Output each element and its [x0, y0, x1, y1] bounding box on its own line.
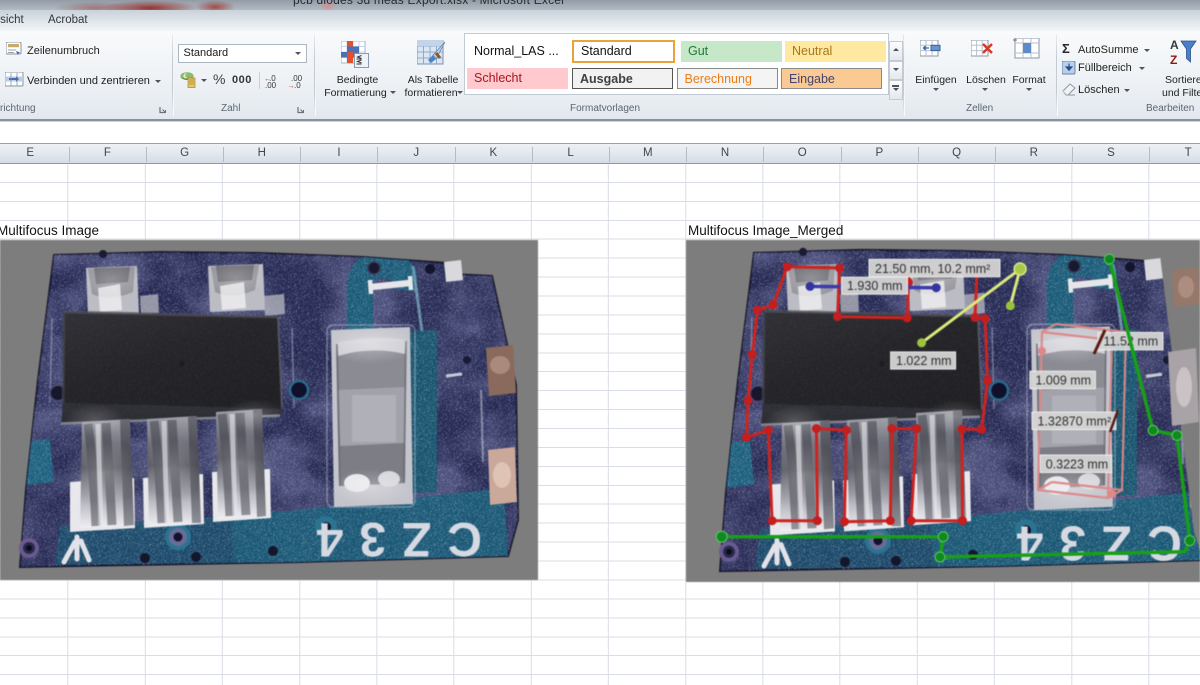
svg-text:A: A — [1170, 38, 1179, 52]
svg-text:0.3223 mm: 0.3223 mm — [1046, 457, 1109, 471]
svg-text:.0: .0 — [294, 81, 301, 89]
svg-text:.00: .00 — [265, 81, 277, 89]
svg-text:1.32870 mm²: 1.32870 mm² — [1038, 414, 1112, 428]
svg-text:Z: Z — [1170, 53, 1177, 67]
svg-text:1.009 mm: 1.009 mm — [1036, 373, 1092, 387]
svg-text:€: € — [183, 73, 187, 80]
svg-text:1.930 mm: 1.930 mm — [847, 279, 903, 293]
svg-text:1.022 mm: 1.022 mm — [896, 354, 952, 368]
svg-text:21.50 mm, 10.2 mm²: 21.50 mm, 10.2 mm² — [875, 261, 990, 275]
